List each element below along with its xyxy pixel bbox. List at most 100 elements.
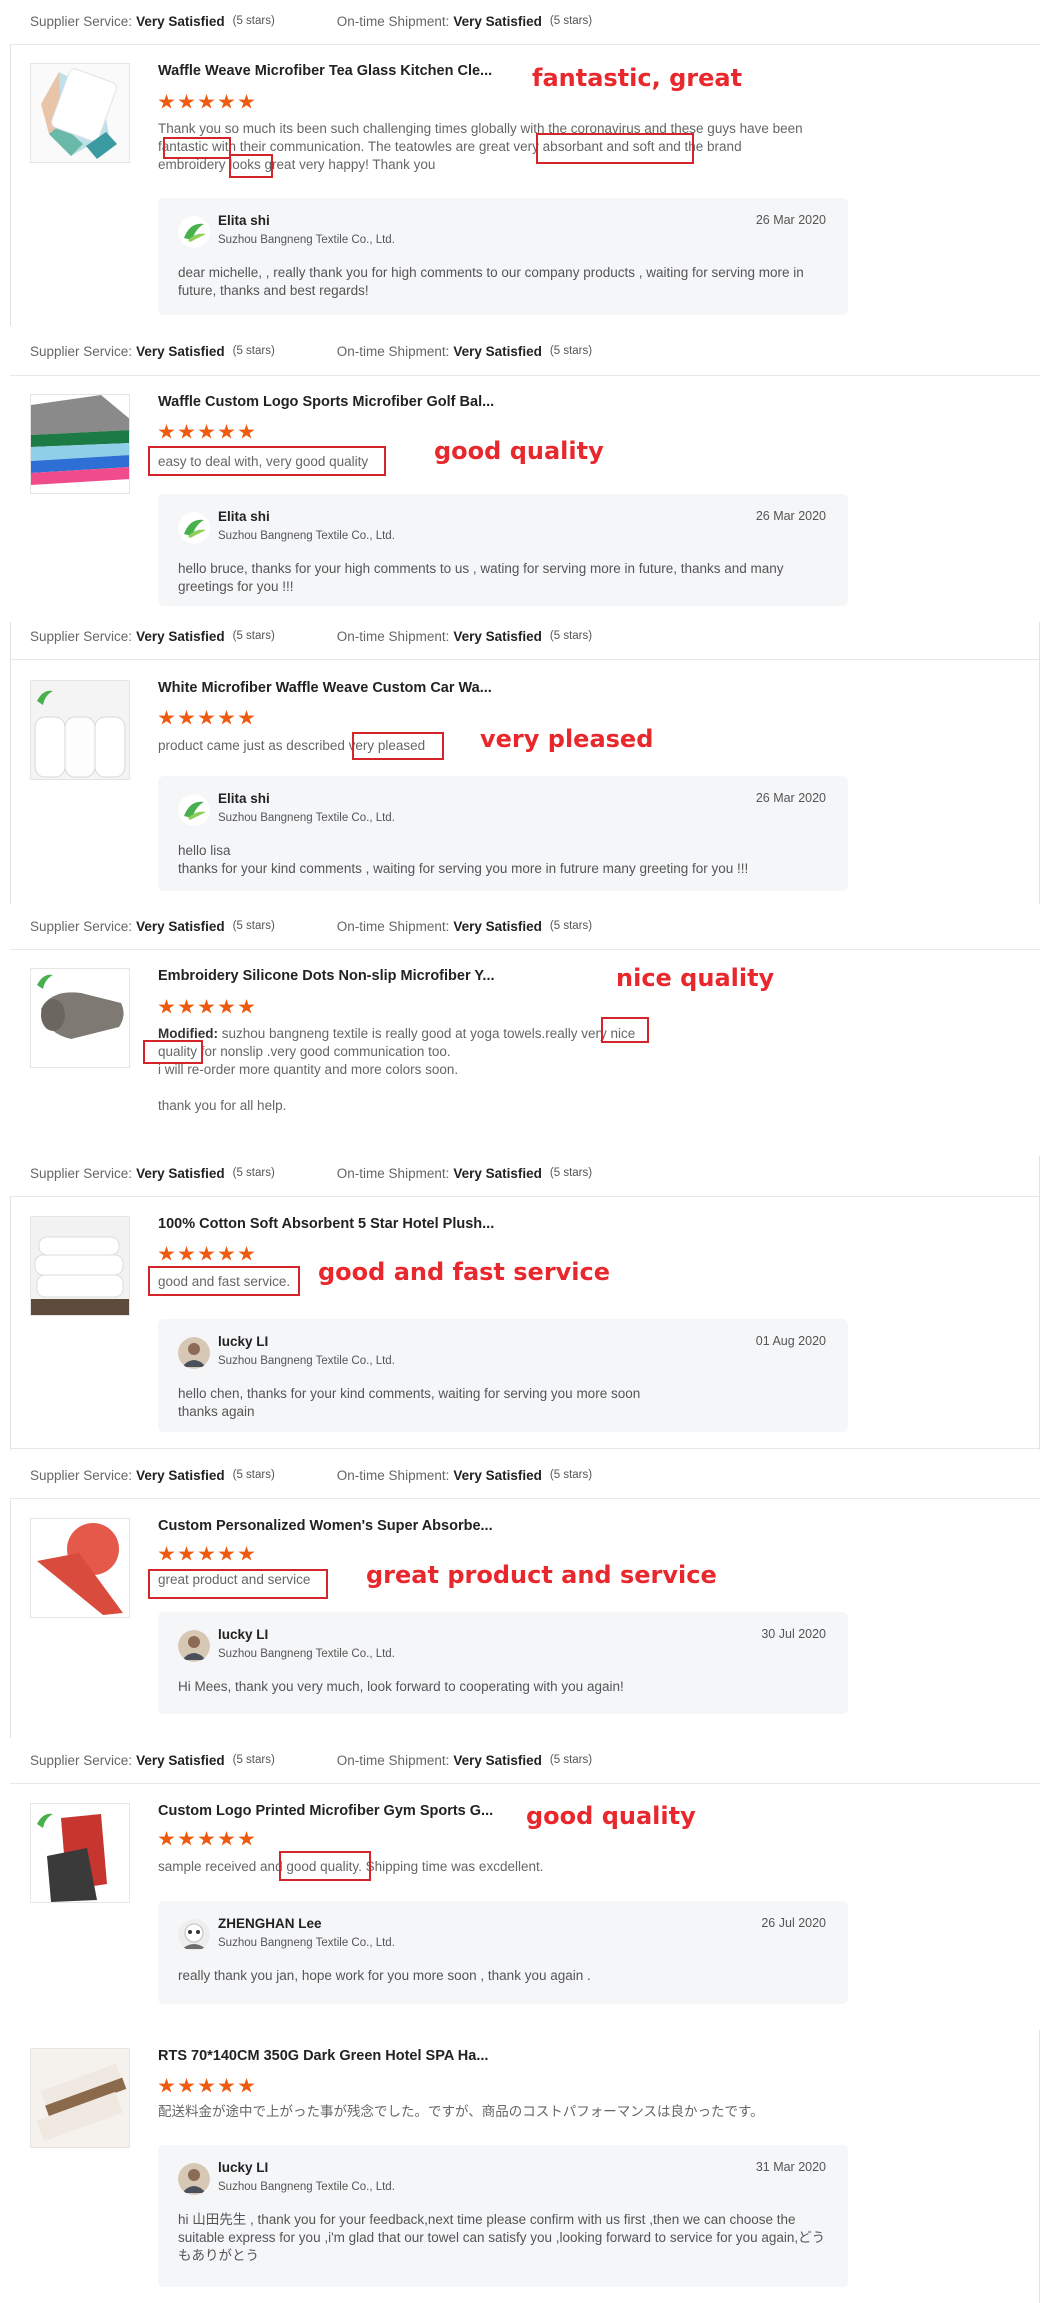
product-title[interactable]: Embroidery Silicone Dots Non-slip Microf… [158, 968, 495, 984]
supplier-label: Supplier Service: [30, 1752, 133, 1768]
supplier-reply: Elita shi Suzhou Bangneng Textile Co., L… [158, 494, 848, 606]
highlight-box [352, 732, 444, 760]
reply-company: Suzhou Bangneng Textile Co., Ltd. [218, 812, 395, 824]
product-image[interactable] [30, 1216, 130, 1316]
product-title[interactable]: Waffle Custom Logo Sports Microfiber Gol… [158, 394, 494, 410]
product-title[interactable]: RTS 70*140CM 350G Dark Green Hotel SPA H… [158, 2048, 488, 2064]
annotation: great product and service [366, 1561, 717, 1589]
shipment-value: Very Satisfied [453, 13, 542, 29]
product-image[interactable] [30, 1803, 130, 1903]
product-title[interactable]: 100% Cotton Soft Absorbent 5 Star Hotel … [158, 1216, 494, 1232]
review-text: 配送料金が途中で上がった事が残念でした。ですが、商品のコストパフォーマンスは良か… [158, 2104, 764, 2119]
reply-date: 31 Mar 2020 [755, 2160, 826, 2174]
star-rating [158, 1546, 255, 1564]
shipment-label: On-time Shipment: [336, 13, 450, 29]
annotation: good and fast service [318, 1258, 611, 1286]
review-card: Supplier Service: Very Satisfied (5 star… [0, 622, 1048, 904]
shipment-label: On-time Shipment: [336, 1467, 450, 1483]
product-title[interactable]: Waffle Weave Microfiber Tea Glass Kitche… [158, 63, 492, 79]
star-rating [158, 1246, 255, 1264]
star-icon [198, 999, 215, 1014]
review-card: RTS 70*140CM 350G Dark Green Hotel SPA H… [0, 2030, 1048, 2303]
star-icon [198, 1246, 215, 1261]
product-image[interactable] [30, 2048, 130, 2148]
star-icon [178, 2078, 195, 2093]
highlight-box [163, 137, 231, 159]
avatar [178, 1919, 210, 1951]
card-border [1039, 1156, 1040, 1450]
supplier-value: Very Satisfied [136, 1165, 225, 1181]
star-icon [218, 94, 235, 109]
rating-bar: Supplier Service: Very Satisfied (5 star… [30, 1750, 592, 1770]
supplier-stars: (5 stars) [232, 1167, 275, 1179]
supplier-label: Supplier Service: [30, 1467, 133, 1483]
product-image[interactable] [30, 1518, 130, 1618]
supplier-reply: lucky LI Suzhou Bangneng Textile Co., Lt… [158, 1319, 848, 1432]
shipment-value: Very Satisfied [453, 343, 542, 359]
supplier-value: Very Satisfied [136, 918, 225, 934]
product-title[interactable]: Custom Personalized Women's Super Absorb… [158, 1518, 493, 1534]
shipment-stars: (5 stars) [549, 1469, 593, 1481]
card-border [1039, 622, 1040, 904]
supplier-reply: Elita shi Suzhou Bangneng Textile Co., L… [158, 198, 848, 315]
star-icon [158, 2078, 175, 2093]
shipment-label: On-time Shipment: [336, 1752, 450, 1768]
star-icon [158, 1246, 175, 1261]
avatar [178, 1337, 210, 1369]
supplier-label: Supplier Service: [30, 918, 133, 934]
star-icon [178, 710, 195, 725]
product-image[interactable] [30, 63, 130, 163]
star-icon [218, 1246, 235, 1261]
star-icon [158, 1831, 175, 1846]
product-image[interactable] [30, 680, 130, 780]
shipment-label: On-time Shipment: [336, 918, 450, 934]
review-card: Supplier Service: Very Satisfied (5 star… [0, 336, 1048, 618]
star-icon [238, 1831, 255, 1846]
supplier-value: Very Satisfied [136, 343, 225, 359]
star-icon [158, 710, 175, 725]
star-icon [238, 2078, 255, 2093]
highlight-box [536, 133, 694, 164]
annotation: good quality [526, 1802, 696, 1830]
reply-date: 30 Jul 2020 [761, 1627, 826, 1641]
rating-bar: Supplier Service: Very Satisfied (5 star… [30, 1163, 592, 1183]
shipment-value: Very Satisfied [453, 1467, 542, 1483]
reply-date: 01 Aug 2020 [755, 1334, 826, 1348]
annotation: nice quality [616, 964, 775, 992]
star-icon [238, 710, 255, 725]
star-icon [158, 1546, 175, 1561]
reply-company: Suzhou Bangneng Textile Co., Ltd. [218, 234, 395, 246]
star-rating [158, 2078, 255, 2096]
star-icon [218, 1546, 235, 1561]
star-icon [238, 999, 255, 1014]
supplier-value: Very Satisfied [136, 13, 225, 29]
star-icon [218, 2078, 235, 2093]
reply-company: Suzhou Bangneng Textile Co., Ltd. [218, 1355, 395, 1367]
supplier-reply: ZHENGHAN Lee Suzhou Bangneng Textile Co.… [158, 1901, 848, 2004]
reply-company: Suzhou Bangneng Textile Co., Ltd. [218, 530, 395, 542]
annotation: very pleased [480, 725, 654, 753]
product-title[interactable]: White Microfiber Waffle Weave Custom Car… [158, 680, 492, 696]
star-icon [178, 999, 195, 1014]
star-icon [218, 710, 235, 725]
star-icon [238, 1546, 255, 1561]
avatar [178, 794, 210, 826]
star-icon [198, 710, 215, 725]
star-icon [238, 424, 255, 439]
shipment-label: On-time Shipment: [336, 628, 450, 644]
annotation: good quality [434, 437, 604, 465]
review-text: sample received and good quality. Shippi… [158, 1859, 544, 1874]
shipment-label: On-time Shipment: [336, 343, 450, 359]
review-text-body: suzhou bangneng textile is really good a… [158, 1026, 636, 1113]
shipment-stars: (5 stars) [549, 15, 593, 27]
product-title[interactable]: Custom Logo Printed Microfiber Gym Sport… [158, 1803, 493, 1819]
reply-date: 26 Jul 2020 [761, 1916, 826, 1930]
card-border [10, 1500, 11, 1738]
product-image[interactable] [30, 394, 130, 494]
reply-author: ZHENGHAN Lee [218, 1916, 322, 1931]
reply-author: Elita shi [218, 213, 270, 228]
product-image[interactable] [30, 968, 130, 1068]
supplier-label: Supplier Service: [30, 1165, 133, 1181]
shipment-stars: (5 stars) [549, 1754, 593, 1766]
modified-label: Modified: [158, 1026, 218, 1041]
